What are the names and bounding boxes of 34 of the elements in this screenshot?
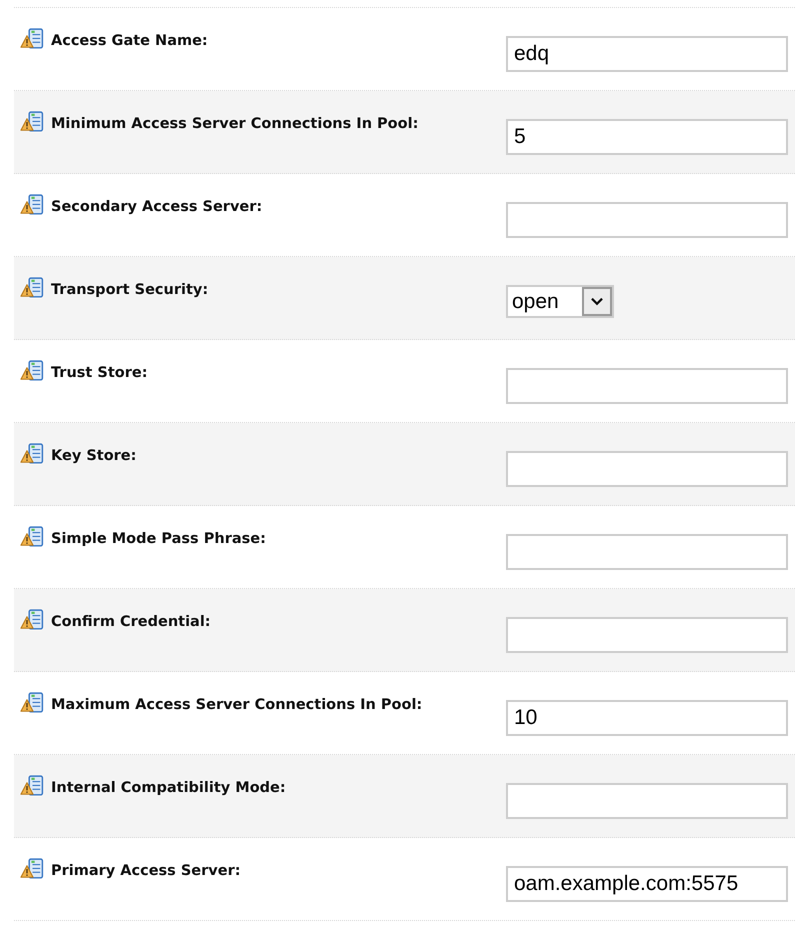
warning-document-icon <box>20 609 45 631</box>
text-field[interactable] <box>506 202 788 238</box>
warning-document-icon <box>20 692 45 714</box>
warning-document-icon <box>20 858 45 880</box>
field-label: Internal Compatibility Mode: <box>14 780 286 796</box>
field-label: Simple Mode Pass Phrase: <box>14 531 266 547</box>
field-label: Secondary Access Server: <box>14 199 262 215</box>
warning-document-icon <box>20 443 45 465</box>
field-label: Key Store: <box>14 448 136 464</box>
field-label: Primary Access Server: <box>14 863 241 879</box>
warning-document-icon <box>20 775 45 797</box>
field-label: Confirm Credential: <box>14 614 211 630</box>
chevron-down-icon <box>590 297 604 306</box>
text-field[interactable] <box>506 783 788 819</box>
field-label: Trust Store: <box>14 365 148 381</box>
warning-document-icon <box>20 194 45 216</box>
text-field[interactable]: oam.example.com:5575 <box>506 866 788 902</box>
text-field[interactable]: 5 <box>506 119 788 155</box>
field-label: Maximum Access Server Connections In Pool: <box>14 697 422 713</box>
text-field[interactable]: 10 <box>506 700 788 736</box>
text-field[interactable] <box>506 617 788 653</box>
text-field[interactable]: edq <box>506 36 788 72</box>
text-field[interactable] <box>506 368 788 404</box>
field-label: Minimum Access Server Connections In Pool: <box>14 116 418 132</box>
dropdown[interactable]: open <box>506 285 614 318</box>
warning-document-icon <box>20 526 45 548</box>
warning-document-icon <box>20 28 45 50</box>
warning-document-icon <box>20 277 45 299</box>
warning-document-icon <box>20 360 45 382</box>
field-label: Access Gate Name: <box>14 33 208 49</box>
warning-document-icon <box>20 111 45 133</box>
text-field[interactable] <box>506 534 788 570</box>
field-label: Transport Security: <box>14 282 208 298</box>
text-field[interactable] <box>506 451 788 487</box>
